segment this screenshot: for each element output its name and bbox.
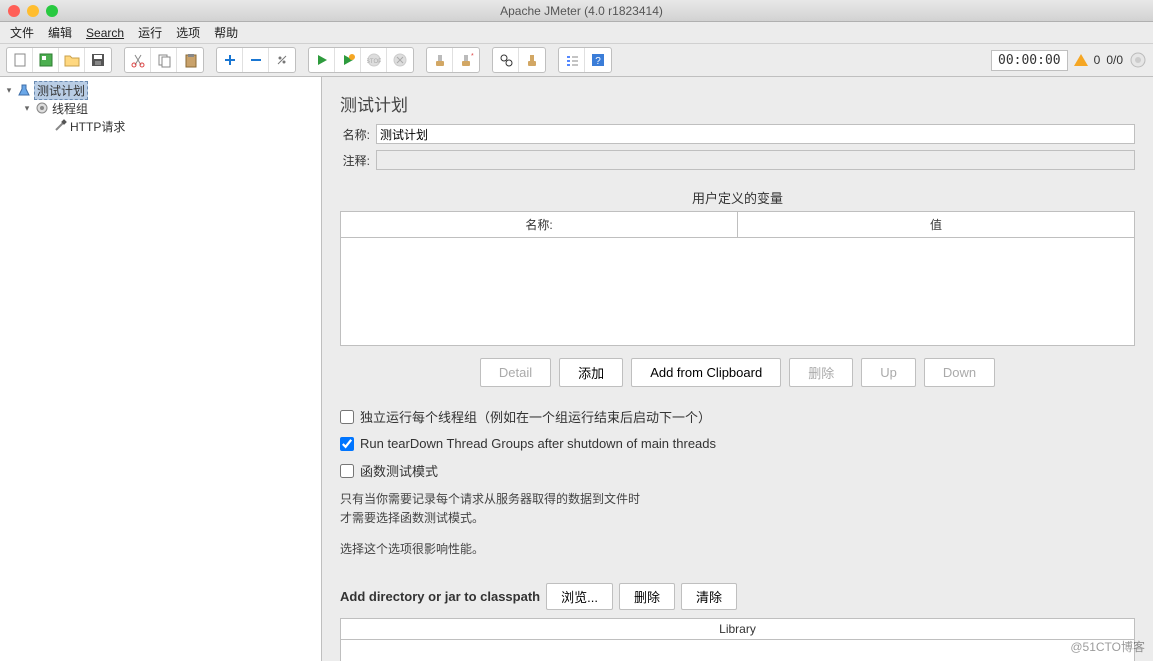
add-from-clipboard-button[interactable]: Add from Clipboard	[631, 358, 781, 387]
tree-pane[interactable]: ▾ 测试计划 ▾ 线程组 HTTP请求	[0, 77, 322, 661]
main-panel: 测试计划 名称: 注释: 用户定义的变量 名称: 值 Detail 添加 Add…	[322, 77, 1153, 661]
note-line-3: 选择这个选项很影响性能。	[340, 540, 1135, 557]
cp-clear-button[interactable]: 清除	[681, 583, 737, 610]
menu-options[interactable]: 选项	[176, 24, 200, 41]
new-file-icon[interactable]	[7, 48, 33, 72]
thread-count: 0/0	[1106, 53, 1123, 67]
gear-spool-icon	[34, 101, 50, 115]
vars-table: 名称: 值	[340, 211, 1135, 238]
paste-icon[interactable]	[177, 48, 203, 72]
note-line-2: 才需要选择函数测试模式。	[340, 509, 1135, 526]
menu-run[interactable]: 运行	[138, 24, 162, 41]
menubar: 文件 编辑 Search 运行 选项 帮助	[0, 22, 1153, 44]
expand-icon[interactable]	[217, 48, 243, 72]
toggle-icon[interactable]	[269, 48, 295, 72]
tree-node-http-request[interactable]: HTTP请求	[2, 117, 319, 135]
warning-icon[interactable]	[1074, 54, 1088, 66]
minimize-window-button[interactable]	[27, 5, 39, 17]
templates-icon[interactable]	[33, 48, 59, 72]
shutdown-icon[interactable]	[387, 48, 413, 72]
name-label: 名称:	[340, 126, 370, 143]
svg-text:*: *	[471, 53, 474, 60]
reset-search-icon[interactable]	[519, 48, 545, 72]
pipette-icon	[52, 119, 68, 133]
serialize-threadgroups-checkbox[interactable]	[340, 410, 354, 424]
comment-input[interactable]	[376, 150, 1135, 170]
tree-node-label: HTTP请求	[70, 118, 125, 135]
threads-gauge-icon	[1129, 51, 1147, 69]
toolbar: STOP * ? 00:00:00 0 0/0	[0, 44, 1153, 77]
menu-search[interactable]: Search	[86, 26, 124, 40]
expander-icon[interactable]: ▾	[4, 85, 14, 96]
open-folder-icon[interactable]	[59, 48, 85, 72]
tree-node-thread-group[interactable]: ▾ 线程组	[2, 99, 319, 117]
start-no-timers-icon[interactable]	[335, 48, 361, 72]
search-tree-icon[interactable]	[493, 48, 519, 72]
tree-node-label: 测试计划	[34, 81, 88, 100]
classpath-label: Add directory or jar to classpath	[340, 589, 540, 604]
menu-help[interactable]: 帮助	[214, 24, 238, 41]
name-input[interactable]	[376, 124, 1135, 144]
function-helper-icon[interactable]	[559, 48, 585, 72]
panel-title: 测试计划	[340, 91, 1135, 116]
library-header[interactable]: Library	[341, 619, 1134, 640]
detail-button: Detail	[480, 358, 551, 387]
library-body[interactable]	[341, 640, 1134, 661]
down-button: Down	[924, 358, 995, 387]
tree-node-label: 线程组	[52, 100, 88, 117]
library-table: Library	[340, 618, 1135, 661]
titlebar: Apache JMeter (4.0 r1823414)	[0, 0, 1153, 22]
error-count: 0	[1094, 53, 1101, 67]
stop-icon[interactable]: STOP	[361, 48, 387, 72]
note-line-1: 只有当你需要记录每个请求从服务器取得的数据到文件时	[340, 490, 1135, 507]
flask-icon	[16, 83, 32, 97]
teardown-label: Run tearDown Thread Groups after shutdow…	[360, 436, 716, 451]
vars-col-value[interactable]: 值	[738, 212, 1135, 238]
svg-text:STOP: STOP	[367, 59, 381, 65]
vars-col-name[interactable]: 名称:	[341, 212, 738, 238]
add-button[interactable]: 添加	[559, 358, 623, 387]
save-icon[interactable]	[85, 48, 111, 72]
watermark: @51CTO博客	[1070, 638, 1145, 655]
window-title: Apache JMeter (4.0 r1823414)	[58, 4, 1145, 18]
svg-text:?: ?	[595, 56, 601, 67]
functional-mode-label: 函数测试模式	[360, 461, 438, 480]
tree-node-test-plan[interactable]: ▾ 测试计划	[2, 81, 319, 99]
menu-file[interactable]: 文件	[10, 24, 34, 41]
close-window-button[interactable]	[8, 5, 20, 17]
expander-icon[interactable]: ▾	[22, 103, 32, 114]
delete-button: 删除	[789, 358, 853, 387]
clear-icon[interactable]	[427, 48, 453, 72]
cut-icon[interactable]	[125, 48, 151, 72]
vars-section-title: 用户定义的变量	[340, 188, 1135, 207]
elapsed-timer: 00:00:00	[991, 50, 1068, 71]
menu-edit[interactable]: 编辑	[48, 24, 72, 41]
clear-all-icon[interactable]: *	[453, 48, 479, 72]
copy-icon[interactable]	[151, 48, 177, 72]
browse-button[interactable]: 浏览...	[546, 583, 613, 610]
collapse-icon[interactable]	[243, 48, 269, 72]
help-icon[interactable]: ?	[585, 48, 611, 72]
start-icon[interactable]	[309, 48, 335, 72]
teardown-checkbox[interactable]	[340, 437, 354, 451]
vars-table-body[interactable]	[340, 238, 1135, 346]
functional-mode-checkbox[interactable]	[340, 464, 354, 478]
up-button: Up	[861, 358, 916, 387]
zoom-window-button[interactable]	[46, 5, 58, 17]
comment-label: 注释:	[340, 152, 370, 169]
cp-delete-button[interactable]: 删除	[619, 583, 675, 610]
serialize-threadgroups-label: 独立运行每个线程组（例如在一个组运行结束后启动下一个）	[360, 407, 711, 426]
